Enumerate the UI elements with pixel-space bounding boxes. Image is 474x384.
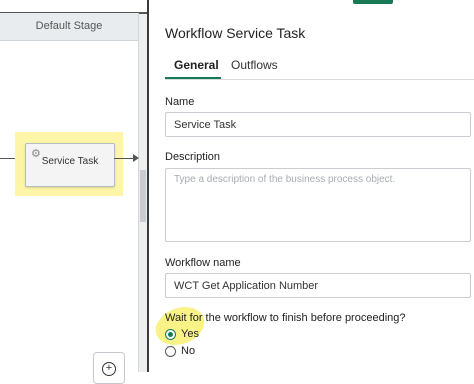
- zoom-in-button[interactable]: +: [93, 352, 125, 384]
- top-action-button[interactable]: [353, 0, 393, 4]
- description-label: Description: [165, 151, 221, 163]
- description-field[interactable]: Type a description of the business proce…: [165, 168, 471, 242]
- canvas-scrollbar-thumb[interactable]: [140, 170, 146, 222]
- name-field[interactable]: Service Task: [165, 112, 471, 137]
- tabs-divider: [165, 79, 474, 80]
- tab-general[interactable]: General: [174, 58, 219, 72]
- stage-header[interactable]: Default Stage: [0, 13, 139, 41]
- name-label: Name: [165, 96, 195, 108]
- tab-outflows[interactable]: Outflows: [231, 58, 278, 72]
- panel-title: Workflow Service Task: [165, 25, 306, 41]
- workflow-name-field[interactable]: WCT Get Application Number: [165, 273, 471, 298]
- outgoing-connector: [114, 158, 133, 159]
- workflow-name-label: Workflow name: [165, 257, 241, 269]
- workflow-canvas[interactable]: Default Stage ⚙ Service Task +: [0, 0, 150, 384]
- service-task-node[interactable]: ⚙ Service Task: [25, 143, 115, 187]
- zoom-in-icon: +: [102, 362, 116, 376]
- service-task-label: Service Task: [41, 156, 99, 167]
